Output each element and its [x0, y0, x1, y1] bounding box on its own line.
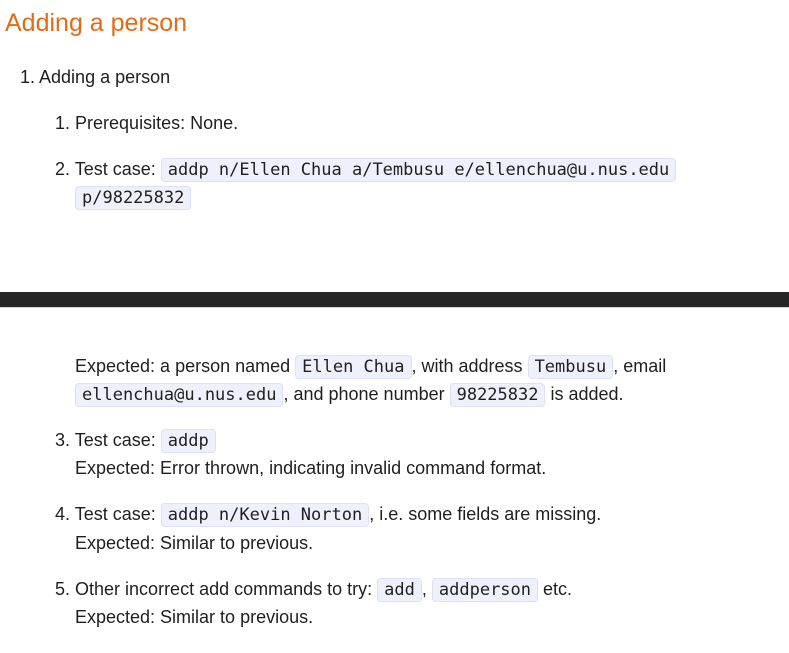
command-code: addp n/Kevin Norton — [160, 503, 370, 527]
command-code-phone: p/98225832 — [75, 186, 192, 210]
sub-item-test-case-2: 2. Test case: addp n/Ellen Chua a/Tembus… — [55, 155, 677, 184]
list-item-1: 1. Adding a person — [20, 63, 170, 91]
sub-item-prerequisites: 1. Prerequisites: None. — [55, 109, 238, 137]
sub-item-other-commands: 5. Other incorrect add commands to try: … — [55, 575, 572, 604]
expected-text: Expected: Similar to previous. — [75, 533, 314, 553]
test-case-prefix: Test case: — [74, 430, 161, 450]
phone-code: 98225832 — [449, 383, 546, 407]
expected-text: , with address — [411, 356, 528, 376]
list-number: 1. — [55, 113, 71, 133]
command-code-add: add — [377, 578, 422, 602]
test-case-prefix: Test case: — [74, 504, 161, 524]
expected-text: , email — [613, 356, 667, 376]
section-heading: Adding a person — [5, 9, 188, 37]
test-case-prefix: Test case: — [74, 159, 161, 179]
test-case-suffix: , i.e. some fields are missing. — [369, 504, 602, 524]
sub-item-test-case-3: 3. Test case: addp — [55, 426, 216, 455]
command-code: addp — [160, 429, 216, 453]
command-code: addp n/Ellen Chua a/Tembusu e/ellenchua@… — [160, 158, 677, 182]
expected-text: Expected: Error thrown, indicating inval… — [75, 458, 547, 478]
other-commands-prefix: Other incorrect add commands to try: — [75, 579, 378, 599]
email-code: ellenchua@u.nus.edu — [75, 383, 284, 407]
list-number: 3. — [55, 430, 71, 450]
expected-text: Expected: a person named — [75, 356, 296, 376]
address-code: Tembusu — [527, 355, 614, 379]
separator: , — [421, 579, 432, 599]
list-number: 4. — [55, 504, 71, 524]
prerequisites-text: Prerequisites: None. — [75, 113, 239, 133]
list-number: 5. — [55, 579, 71, 599]
list-number: 2. — [55, 159, 71, 179]
expected-line-1: Expected: a person named Ellen Chua, wit… — [75, 352, 666, 381]
page-break-bar — [0, 292, 789, 307]
divider — [0, 307, 789, 308]
command-continuation: p/98225832 — [75, 183, 192, 212]
expected-text: Expected: Similar to previous. — [75, 607, 314, 627]
expected-text: is added. — [545, 384, 624, 404]
expected-line-2: ellenchua@u.nus.edu, and phone number 98… — [75, 380, 624, 409]
name-code: Ellen Chua — [295, 355, 412, 379]
sub-item-test-case-4: 4. Test case: addp n/Kevin Norton, i.e. … — [55, 500, 601, 529]
command-code-addperson: addperson — [431, 578, 539, 602]
expected-text: , and phone number — [283, 384, 450, 404]
list-number: 1. — [20, 67, 36, 87]
other-commands-suffix: etc. — [538, 579, 573, 599]
list-label: Adding a person — [39, 67, 171, 87]
